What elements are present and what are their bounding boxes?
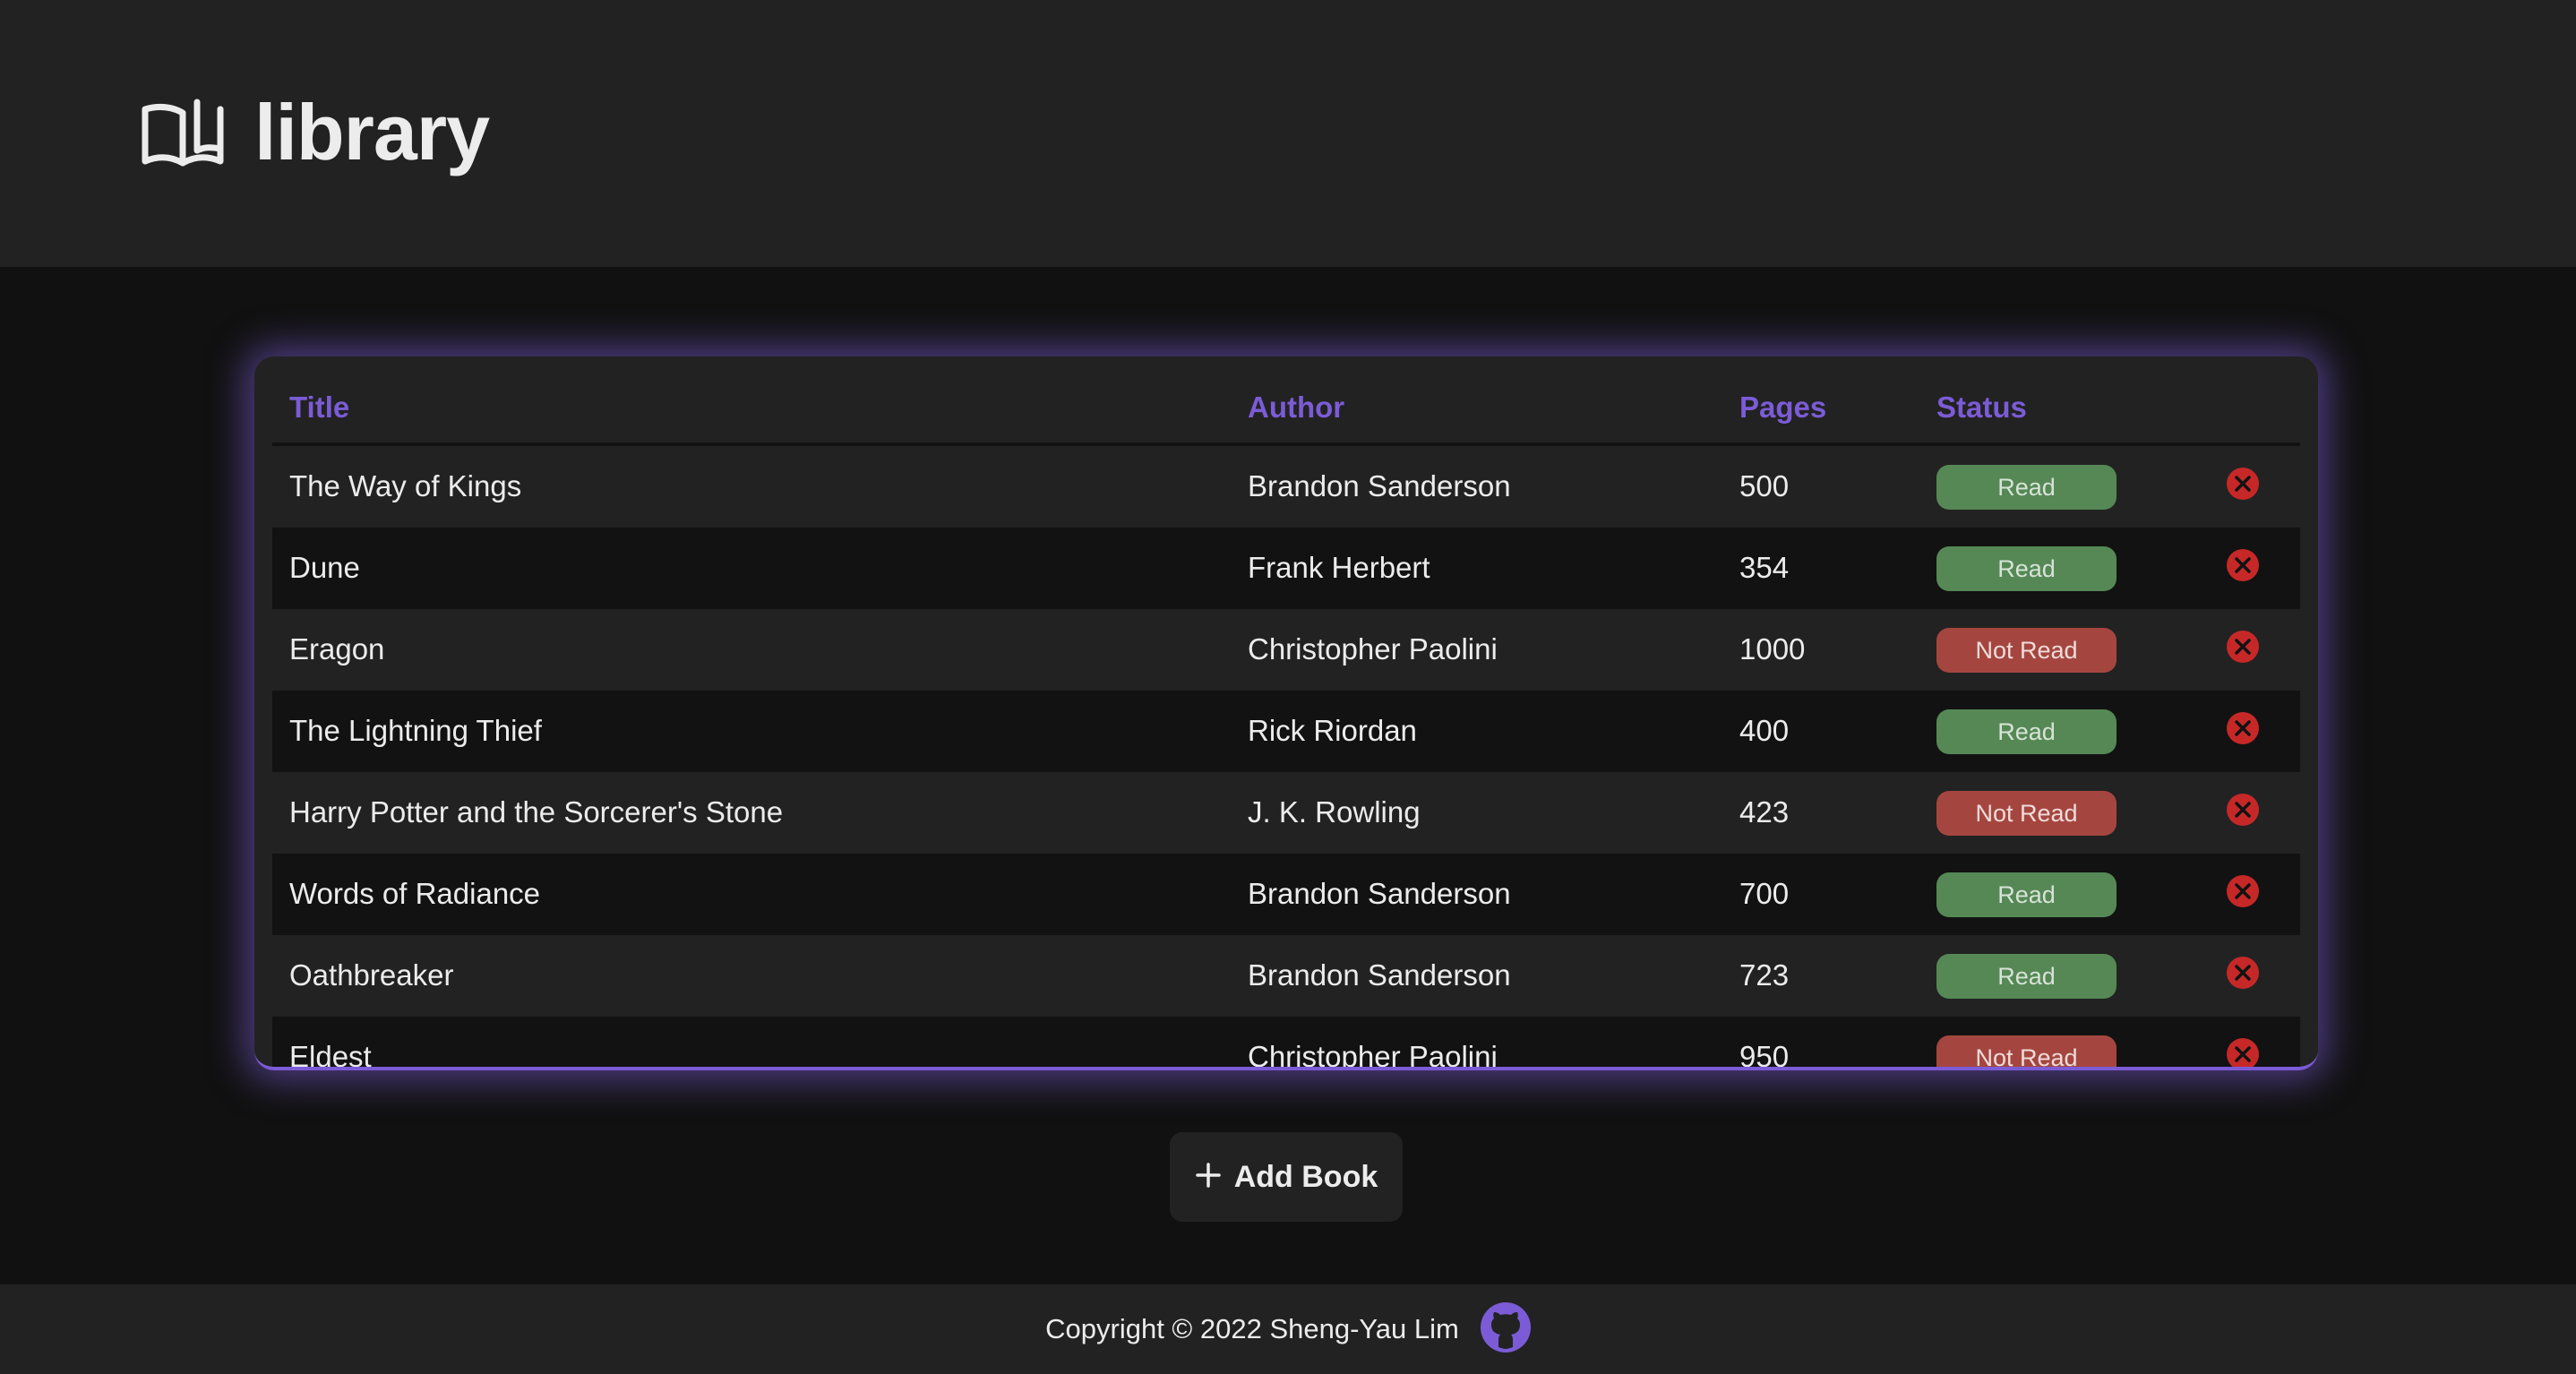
table-row: The Way of Kings Brandon Sanderson 500 Read [272,446,2300,528]
book-author: Frank Herbert [1248,551,1430,584]
book-author: Brandon Sanderson [1248,877,1511,910]
status-toggle-button[interactable]: Read [1936,954,2117,999]
status-toggle-button[interactable]: Read [1936,465,2117,510]
close-circle-icon[interactable] [2226,1037,2260,1067]
table-row: Eldest Christopher Paolini 950 Not Read [272,1017,2300,1070]
book-title: Eragon [289,632,385,666]
table-header: Title Author Pages Status [272,356,2300,446]
close-circle-icon[interactable] [2226,467,2260,501]
book-author: Rick Riordan [1248,714,1417,747]
book-pages: 723 [1739,958,1790,992]
book-title: Dune [289,551,360,584]
book-title: The Lightning Thief [289,714,542,747]
table-row: Oathbreaker Brandon Sanderson 723 Read [272,935,2300,1017]
open-book-icon [142,97,224,168]
column-header-title: Title [289,391,350,424]
status-toggle-button[interactable]: Not Read [1936,628,2117,673]
column-header-author: Author [1248,391,1345,424]
column-header-status: Status [1936,391,2027,424]
add-book-label: Add Book [1233,1159,1378,1194]
github-icon[interactable] [1480,1301,1531,1357]
book-pages: 354 [1739,551,1790,584]
status-toggle-button[interactable]: Not Read [1936,1035,2117,1067]
close-circle-icon[interactable] [2226,793,2260,827]
status-toggle-button[interactable]: Read [1936,546,2117,591]
table-row: Dune Frank Herbert 354 Read [272,528,2300,609]
books-table: Title Author Pages Status The Way of Kin… [272,356,2300,1070]
table-row: Words of Radiance Brandon Sanderson 700 Rea… [272,854,2300,935]
book-pages: 950 [1739,1040,1790,1070]
book-author: Brandon Sanderson [1248,958,1511,992]
close-circle-icon[interactable] [2226,711,2260,745]
book-title: The Way of Kings [289,469,522,502]
book-author: J. K. Rowling [1248,795,1421,829]
plus-icon [1195,1162,1222,1193]
app-title: library [254,88,490,176]
table-body: The Way of Kings Brandon Sanderson 500 Read… [272,446,2300,1070]
book-pages: 700 [1739,877,1790,910]
footer: Copyright © 2022 Sheng-Yau Lim [0,1284,2576,1374]
book-title: Words of Radiance [289,877,541,910]
table-row: The Lightning Thief Rick Riordan 400 Read [272,691,2300,772]
status-toggle-button[interactable]: Read [1936,872,2117,917]
book-pages: 400 [1739,714,1790,747]
app-header: library [0,0,2576,267]
book-author: Christopher Paolini [1248,632,1498,666]
book-title: Oathbreaker [289,958,454,992]
status-toggle-button[interactable]: Not Read [1936,791,2117,836]
close-circle-icon[interactable] [2226,548,2260,582]
copyright-text: Copyright © 2022 Sheng-Yau Lim [1045,1313,1459,1344]
book-author: Brandon Sanderson [1248,469,1511,502]
book-title: Eldest [289,1040,372,1070]
close-circle-icon[interactable] [2226,630,2260,664]
logo: library [142,87,490,178]
books-table-container[interactable]: Title Author Pages Status The Way of Kin… [254,356,2318,1070]
book-title: Harry Potter and the Sorcerer's Stone [289,795,784,829]
table-row: Eragon Christopher Paolini 1000 Not Read [272,609,2300,691]
book-pages: 423 [1739,795,1790,829]
book-author: Christopher Paolini [1248,1040,1498,1070]
table-row: Harry Potter and the Sorcerer's Stone J. … [272,772,2300,854]
column-header-pages: Pages [1739,391,1827,424]
status-toggle-button[interactable]: Read [1936,709,2117,754]
add-book-button[interactable]: Add Book [1170,1132,1403,1222]
book-pages: 1000 [1739,632,1806,666]
close-circle-icon[interactable] [2226,956,2260,990]
book-pages: 500 [1739,469,1790,502]
close-circle-icon[interactable] [2226,874,2260,908]
